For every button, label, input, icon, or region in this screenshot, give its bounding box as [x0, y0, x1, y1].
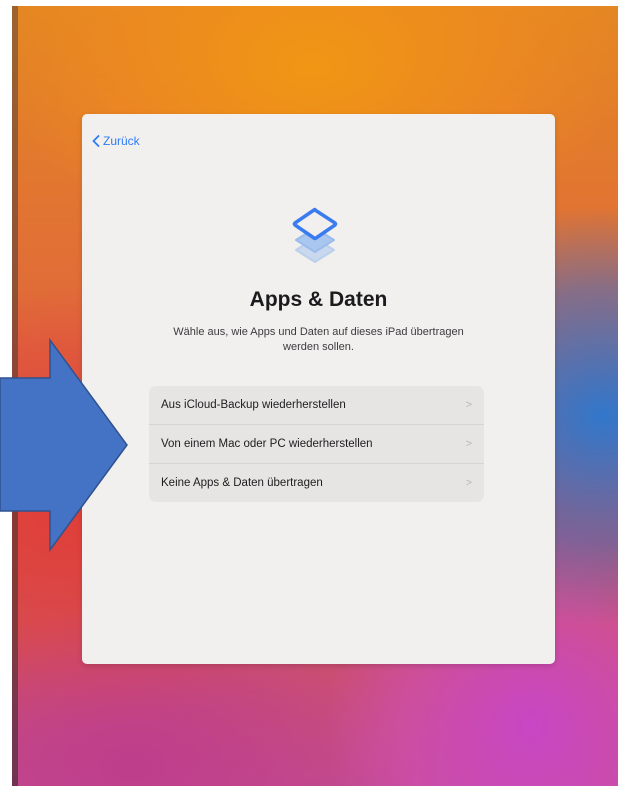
- option-no-transfer[interactable]: Keine Apps & Daten übertragen >: [149, 463, 484, 502]
- setup-screen: Zurück Apps & Daten Wähle aus, wie Apps …: [82, 114, 555, 664]
- chevron-right-icon: >: [465, 399, 472, 411]
- chevron-right-icon: >: [465, 477, 472, 489]
- option-icloud-backup[interactable]: Aus iCloud-Backup wiederherstellen >: [149, 386, 484, 424]
- photo-edge: [12, 6, 18, 786]
- chevron-left-icon: [92, 135, 100, 147]
- option-label: Von einem Mac oder PC wiederherstellen: [161, 438, 373, 450]
- back-button[interactable]: Zurück: [92, 134, 140, 148]
- chevron-right-icon: >: [465, 438, 472, 450]
- option-label: Aus iCloud-Backup wiederherstellen: [161, 399, 346, 411]
- option-label: Keine Apps & Daten übertragen: [161, 477, 323, 489]
- back-label: Zurück: [103, 134, 140, 148]
- option-mac-or-pc[interactable]: Von einem Mac oder PC wiederherstellen >: [149, 424, 484, 463]
- page-title: Apps & Daten: [249, 288, 388, 311]
- transfer-options-list: Aus iCloud-Backup wiederherstellen > Von…: [149, 386, 484, 502]
- page-subtitle: Wähle aus, wie Apps und Daten auf dieses…: [173, 326, 464, 353]
- apps-data-stack-icon: [292, 207, 338, 263]
